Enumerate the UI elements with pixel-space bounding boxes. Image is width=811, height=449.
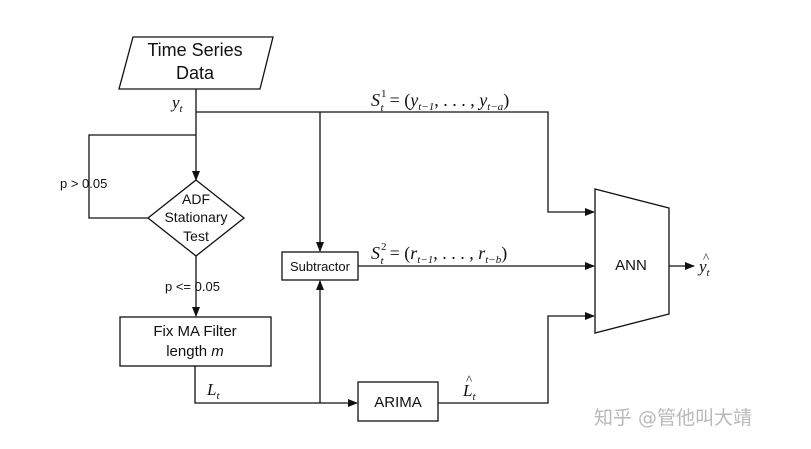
adf-label-line1: ADF	[182, 191, 210, 207]
watermark-text: 知乎 @管他叫大靖	[594, 407, 752, 429]
p-less-equal-label: p <= 0.05	[165, 279, 220, 294]
time-series-data-node: Time Series Data	[118, 36, 274, 90]
adf-test-node: ADF Stationary Test	[146, 179, 246, 257]
s2-equation: S2 t = (rt−1, . . . , rt−b)	[371, 241, 507, 267]
L-hat-label: ^ Lt	[462, 372, 476, 403]
arima-node: ARIMA	[357, 381, 439, 422]
adf-label-line3: Test	[183, 228, 209, 244]
subtractor-node: Subtractor	[281, 251, 359, 281]
ann-label: ANN	[615, 257, 647, 274]
ma-filter-node: Fix MA Filter length m	[119, 316, 272, 367]
ma-filter-label-line2: length m	[166, 343, 224, 360]
ann-node: ANN	[594, 188, 670, 334]
flowchart-canvas: Time Series Data ADF Stationary Test Fix…	[0, 0, 811, 449]
time-series-label-line1: Time Series	[147, 40, 242, 60]
arima-to-ann-arrow	[438, 312, 595, 404]
ma-filter-label-line1: Fix MA Filter	[153, 323, 236, 340]
adf-label-line2: Stationary	[164, 209, 227, 225]
s1-equation: S1 t = (yt−1, . . . , yt−a)	[371, 88, 509, 114]
p-greater-label: p > 0.05	[60, 176, 107, 191]
yt-to-ann-arrow	[196, 111, 595, 216]
flowchart: Time Series Data ADF Stationary Test Fix…	[60, 36, 752, 429]
y-hat-output-label: ^ yt	[697, 250, 711, 279]
arima-label: ARIMA	[374, 394, 422, 411]
subtractor-label: Subtractor	[290, 259, 351, 274]
svg-text:Lt: Lt	[462, 381, 476, 403]
Lt-label: Lt	[206, 380, 220, 402]
yt-label: yt	[170, 93, 184, 115]
time-series-label-line2: Data	[176, 63, 215, 83]
